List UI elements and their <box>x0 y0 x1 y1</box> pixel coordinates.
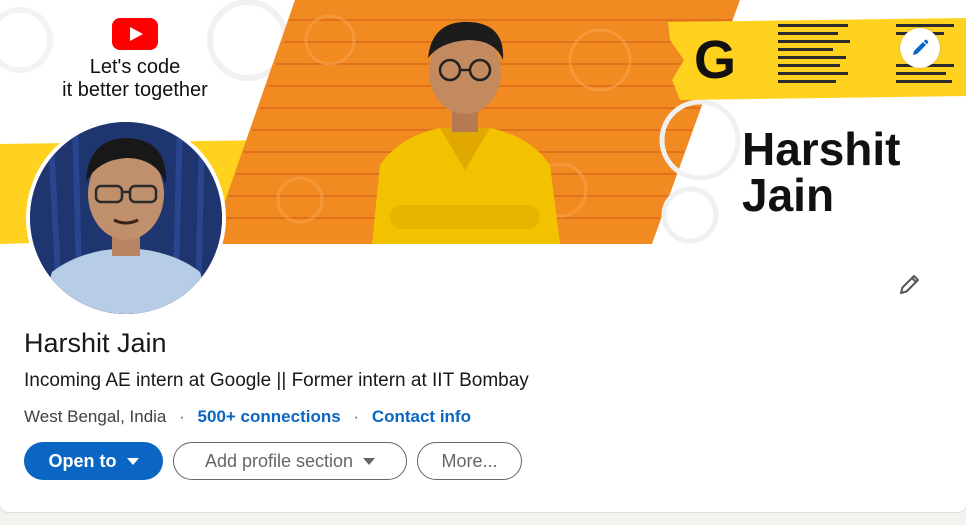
pencil-icon <box>913 39 929 55</box>
connections-link[interactable]: 500+ connections <box>198 407 341 426</box>
profile-meta-row: West Bengal, India · 500+ connections · … <box>24 407 471 427</box>
separator-dot: · <box>179 407 185 426</box>
add-profile-section-label: Add profile section <box>204 450 354 471</box>
profile-location: West Bengal, India <box>24 407 167 426</box>
edit-cover-button[interactable] <box>900 28 940 68</box>
contact-info-link[interactable]: Contact info <box>372 407 471 426</box>
separator-dot: · <box>353 407 360 426</box>
pencil-icon <box>900 275 919 294</box>
banner-name-line1: Harshit <box>742 123 901 175</box>
banner-name: Harshit Jain <box>742 126 900 218</box>
profile-name: Harshit Jain <box>24 328 167 358</box>
banner-name-line2: Jain <box>742 169 835 221</box>
open-to-label: Open to <box>48 450 117 471</box>
banner-tagline-line1: Let's code <box>89 56 181 78</box>
edit-intro-button[interactable] <box>890 264 930 304</box>
profile-photo-avatar[interactable] <box>26 118 226 318</box>
caret-down-icon <box>363 457 376 465</box>
youtube-logo-icon <box>112 18 158 50</box>
profile-headline: Incoming AE intern at Google || Former i… <box>24 370 529 391</box>
profile-top-card: Let's code it better together G Harshit … <box>0 0 966 512</box>
caret-down-icon <box>126 457 139 465</box>
more-label: More... <box>441 450 498 471</box>
open-to-button[interactable]: Open to <box>24 442 163 480</box>
banner-g-logo: G <box>694 30 737 90</box>
add-profile-section-button[interactable]: Add profile section <box>173 442 407 480</box>
banner-tagline: Let's code it better together <box>40 56 230 102</box>
banner-tagline-line2: it better together <box>62 79 208 101</box>
more-button[interactable]: More... <box>417 442 522 480</box>
avatar-image <box>30 122 222 314</box>
